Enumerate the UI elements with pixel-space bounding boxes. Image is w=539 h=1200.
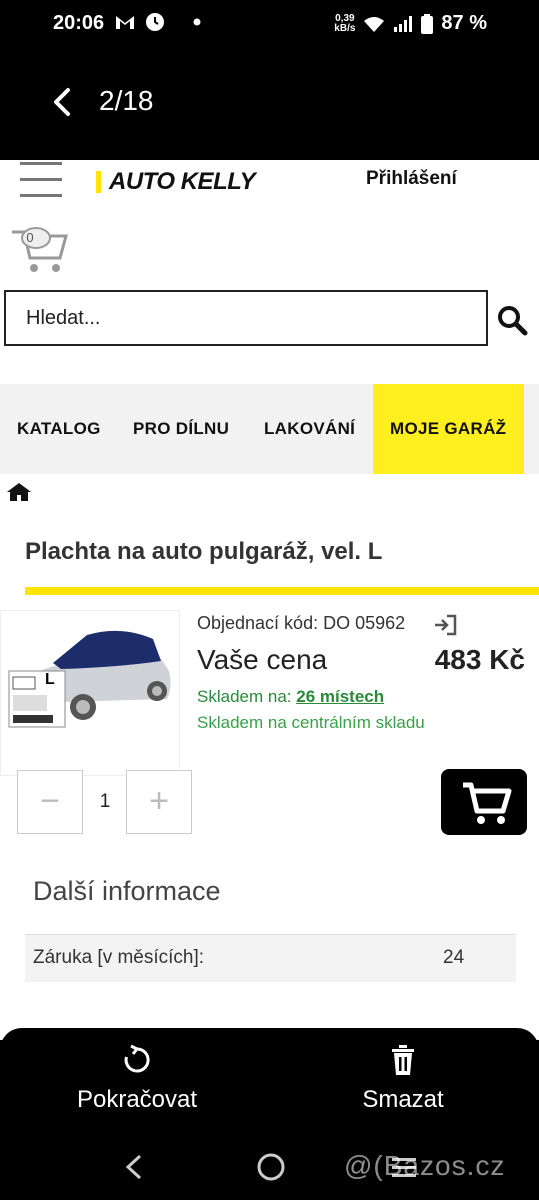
nav-lakovani[interactable]: LAKOVÁNÍ [264,384,355,474]
cart-icon [463,782,512,824]
quantity-value[interactable]: 1 [84,770,126,834]
order-code: Objednací kód: DO 05962 [197,613,406,633]
menu-icon[interactable] [20,162,62,198]
logo-bar [96,171,101,193]
product-image[interactable]: L [0,610,180,776]
image-counter: 2/18 [99,85,154,116]
spec-value: 24 [443,947,465,968]
signal-icon [394,15,413,32]
clock-icon [146,13,164,31]
trash-icon [392,1045,414,1075]
net-speed: 0,39 kB/s [334,12,356,34]
gmail-icon [116,16,134,29]
continue-button[interactable]: Pokračovat [64,1044,210,1114]
status-bar: 20:06 0,39 kB/s 87 % [0,0,539,48]
more-info-heading: Další informace [33,876,221,906]
price-value: 483 Kč [434,644,525,675]
share-icon[interactable] [433,614,457,636]
product-title: Plachta na auto pulgaráž, vel. L [25,538,383,565]
spec-table: Záruka [v měsících]: 24 [25,934,516,982]
delete-button[interactable]: Smazat [348,1044,458,1114]
gallery-header: 2/18 [0,48,539,160]
refresh-icon [124,1044,150,1073]
quantity-increase-button[interactable]: + [126,770,192,834]
notification-icons [115,12,203,32]
quantity-decrease-button[interactable]: − [17,770,83,834]
dot-icon [193,18,201,26]
home-icon[interactable] [6,482,32,502]
title-underline [25,587,539,595]
car-cover-illustration [8,630,171,728]
nav-pro-dilnu[interactable]: PRO DÍLNU [133,384,229,474]
status-right: 0,39 kB/s 87 % [334,12,487,35]
continue-label: Pokračovat [76,1086,198,1113]
delete-label: Smazat [362,1086,444,1113]
watermark: @(Bazos.cz [344,1150,506,1181]
back-arrow-icon[interactable] [44,84,80,120]
search-icon[interactable] [496,304,528,336]
nav-moje-garaz[interactable]: MOJE GARÁŽ [373,384,524,474]
site-logo[interactable]: AUTO KELLY [96,168,256,196]
price-label: Vaše cena [197,644,328,675]
system-back-icon[interactable] [122,1152,146,1182]
cart-count: 0 [26,230,34,245]
add-to-cart-button[interactable] [441,769,527,835]
product-page: AUTO KELLY Přihlášení 0 KATALOG PRO DÍLN… [0,160,539,1040]
wifi-icon [364,16,385,32]
status-time: 20:06 [53,12,105,34]
size-badge: L [45,671,55,688]
nav-katalog[interactable]: KATALOG [17,384,101,474]
system-home-icon[interactable] [256,1152,286,1182]
logo-text: AUTO KELLY [109,168,256,195]
stock-central: Skladem na centrálním skladu [197,713,425,732]
battery-icon [421,13,434,34]
stock-locations-link[interactable]: 26 místech [296,687,384,706]
login-link[interactable]: Přihlášení [366,168,457,190]
main-nav: KATALOG PRO DÍLNU LAKOVÁNÍ MOJE GARÁŽ [0,384,539,474]
battery-percent: 87 % [441,12,487,34]
stock-availability: Skladem na: 26 místech [197,687,385,706]
spec-label: Záruka [v měsících]: [33,947,205,968]
search-box [4,290,488,346]
search-input[interactable] [6,292,486,344]
